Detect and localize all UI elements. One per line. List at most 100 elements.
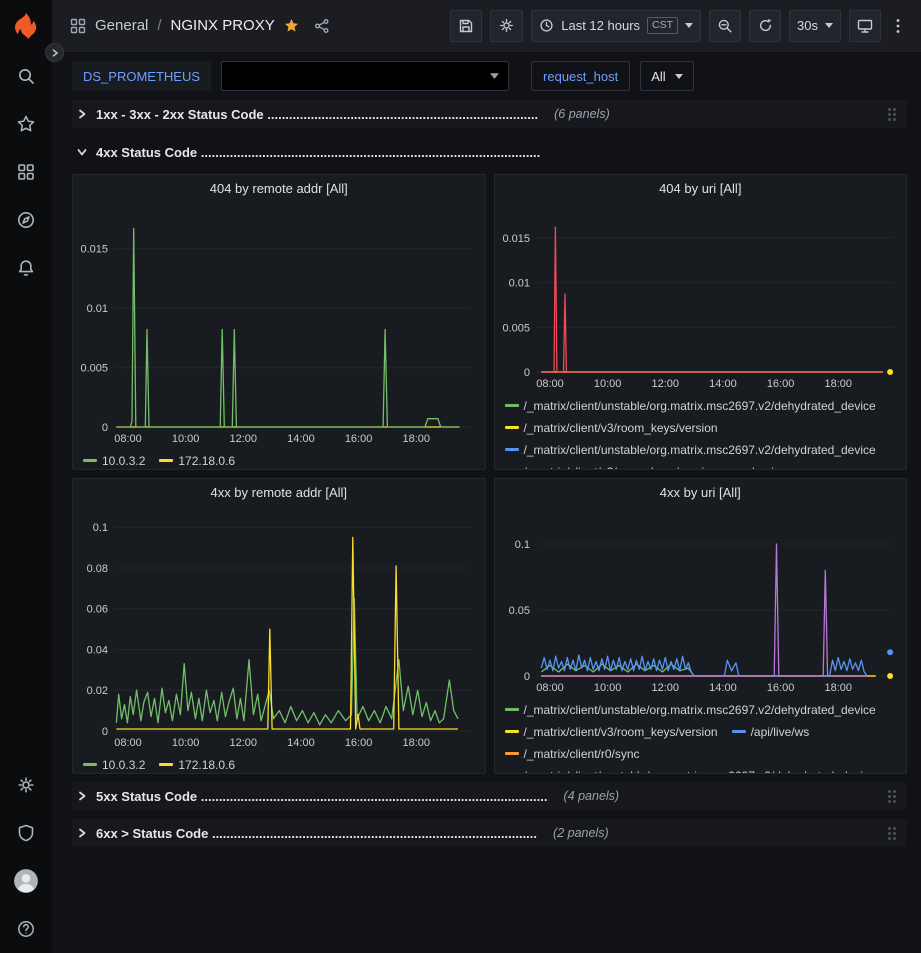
- dashboard-title[interactable]: NGINX PROXY: [171, 17, 275, 34]
- timeseries-chart[interactable]: 00.020.040.060.080.108:0010:0012:0014:00…: [73, 505, 485, 753]
- refresh-button[interactable]: [749, 10, 781, 42]
- time-range-picker[interactable]: Last 12 hours CST: [531, 10, 701, 42]
- sidebar-item-configuration[interactable]: [0, 761, 52, 809]
- panel-404-by-remote-addr: 404 by remote addr [All] 00.0050.010.015…: [72, 174, 486, 470]
- drag-handle-icon[interactable]: [888, 827, 891, 830]
- svg-text:0: 0: [523, 671, 529, 683]
- legend-series-label: /api/live/ws: [751, 722, 810, 742]
- time-range-label: Last 12 hours: [561, 18, 640, 33]
- variable-value-request-host[interactable]: All: [640, 61, 693, 91]
- share-icon[interactable]: [314, 18, 330, 34]
- refresh-interval-picker[interactable]: 30s: [789, 10, 841, 42]
- legend-series-color: [159, 459, 173, 462]
- variable-value-ds-prometheus[interactable]: [221, 61, 509, 91]
- sidebar-item-search[interactable]: [0, 52, 52, 100]
- row-panel-count: (6 panels): [554, 107, 610, 121]
- row-header-1xx-3xx-2xx[interactable]: 1xx - 3xx - 2xx Status Code ............…: [72, 100, 907, 128]
- chevron-right-icon: [50, 48, 60, 58]
- sidebar-item-server-admin[interactable]: [0, 809, 52, 857]
- svg-text:16:00: 16:00: [766, 682, 794, 694]
- legend-series-color: [159, 763, 173, 766]
- svg-text:0: 0: [523, 367, 529, 379]
- row-title: 4xx Status Code ........................…: [96, 145, 540, 160]
- timeseries-chart[interactable]: 00.0050.010.01508:0010:0012:0014:0016:00…: [73, 201, 485, 449]
- legend-item[interactable]: 172.18.0.6: [159, 451, 235, 469]
- zoom-out-time-button[interactable]: [709, 10, 741, 42]
- row-panel-count: (4 panels): [564, 789, 620, 803]
- panel-title[interactable]: 404 by uri [All]: [495, 175, 907, 199]
- svg-text:0.005: 0.005: [502, 322, 530, 334]
- variables-bar: DS_PROMETHEUS request_host All: [52, 52, 921, 100]
- monitor-icon: [857, 18, 873, 34]
- panel-title[interactable]: 4xx by remote addr [All]: [73, 479, 485, 505]
- sidebar-item-alerting[interactable]: [0, 244, 52, 292]
- save-dashboard-button[interactable]: [450, 10, 482, 42]
- legend-series-label: 172.18.0.6: [178, 451, 235, 469]
- grafana-logo[interactable]: [0, 0, 52, 52]
- legend-item[interactable]: /_matrix/client/unstable/org.matrix.msc2…: [505, 396, 876, 416]
- chart-legend: /_matrix/client/unstable/org.matrix.msc2…: [495, 394, 907, 469]
- svg-text:0.015: 0.015: [80, 243, 108, 255]
- svg-text:10:00: 10:00: [172, 433, 200, 445]
- row-header-6xx[interactable]: 6xx > Status Code ......................…: [72, 819, 907, 847]
- breadcrumb-separator: /: [157, 17, 161, 34]
- panel-title[interactable]: 404 by remote addr [All]: [73, 175, 485, 201]
- alerting-bell-icon: [16, 258, 36, 278]
- timeseries-chart[interactable]: 00.0050.010.01508:0010:0012:0014:0016:00…: [495, 199, 907, 394]
- svg-text:10:00: 10:00: [593, 682, 621, 694]
- chevron-right-icon: [76, 827, 88, 839]
- tv-mode-button[interactable]: [849, 10, 881, 42]
- drag-handle-icon[interactable]: [888, 108, 891, 111]
- legend-series-label: /_matrix/client/unstable/org.matrix.msc2…: [524, 440, 876, 460]
- legend-item[interactable]: /_matrix/client/r0/sync: [505, 744, 640, 764]
- panel-title[interactable]: 4xx by uri [All]: [495, 479, 907, 503]
- svg-text:08:00: 08:00: [114, 433, 142, 445]
- row-title: 5xx Status Code ........................…: [96, 789, 548, 804]
- legend-item[interactable]: /_matrix/client/v3/room_keys/version: [505, 462, 718, 469]
- star-icon: [16, 114, 36, 134]
- legend-item[interactable]: /sw.js: [732, 462, 780, 469]
- legend-item[interactable]: /_matrix/client/unstable/org.matrix.msc2…: [505, 700, 876, 720]
- legend-series-label: 172.18.0.6: [178, 755, 235, 773]
- sidebar-bottom-group: [0, 761, 52, 953]
- svg-text:0.04: 0.04: [87, 644, 108, 656]
- legend-item[interactable]: /_matrix/client/unstable/org.matrix.msc2…: [505, 766, 876, 773]
- sidebar-item-help[interactable]: [0, 905, 52, 953]
- chevron-down-icon: [76, 146, 88, 158]
- legend-item[interactable]: 10.0.3.2: [83, 755, 145, 773]
- panel-404-by-uri: 404 by uri [All] 00.0050.010.01508:0010:…: [494, 174, 908, 470]
- chart-legend: 10.0.3.2 172.18.0.6: [73, 449, 485, 469]
- svg-text:08:00: 08:00: [536, 378, 564, 390]
- row-header-4xx[interactable]: 4xx Status Code ........................…: [72, 138, 907, 166]
- svg-text:08:00: 08:00: [536, 682, 564, 694]
- chevron-right-icon: [76, 790, 88, 802]
- breadcrumb-section[interactable]: General: [95, 17, 148, 34]
- legend-item[interactable]: /api/live/ws: [732, 722, 810, 742]
- legend-series-label: /_matrix/client/v3/room_keys/version: [524, 462, 718, 469]
- legend-series-label: 10.0.3.2: [102, 451, 145, 469]
- legend-item[interactable]: 172.18.0.6: [159, 755, 235, 773]
- legend-series-color: [505, 404, 519, 407]
- legend-item[interactable]: /_matrix/client/v3/room_keys/version: [505, 418, 718, 438]
- sidebar-item-explore[interactable]: [0, 196, 52, 244]
- sidebar-item-starred[interactable]: [0, 100, 52, 148]
- legend-item[interactable]: /_matrix/client/unstable/org.matrix.msc2…: [505, 440, 876, 460]
- panel-4xx-by-uri: 4xx by uri [All] 00.050.108:0010:0012:00…: [494, 478, 908, 774]
- nav-sidebar: [0, 0, 52, 953]
- sidebar-expand-button[interactable]: [45, 43, 64, 62]
- sidebar-item-profile[interactable]: [0, 857, 52, 905]
- drag-handle-icon[interactable]: [888, 790, 891, 793]
- dashboard-settings-button[interactable]: [490, 10, 523, 42]
- favorite-star-icon[interactable]: [284, 18, 299, 33]
- legend-series-color: [505, 730, 519, 733]
- legend-series-label: /_matrix/client/v3/room_keys/version: [524, 418, 718, 438]
- row-header-5xx[interactable]: 5xx Status Code ........................…: [72, 782, 907, 810]
- legend-item[interactable]: 10.0.3.2: [83, 451, 145, 469]
- settings-gear-icon: [16, 775, 36, 795]
- admin-shield-icon: [16, 823, 36, 843]
- svg-text:18:00: 18:00: [402, 737, 430, 749]
- timeseries-chart[interactable]: 00.050.108:0010:0012:0014:0016:0018:00: [495, 503, 907, 698]
- legend-item[interactable]: /_matrix/client/v3/room_keys/version: [505, 722, 718, 742]
- sidebar-item-dashboards[interactable]: [0, 148, 52, 196]
- more-options-button[interactable]: [889, 10, 907, 42]
